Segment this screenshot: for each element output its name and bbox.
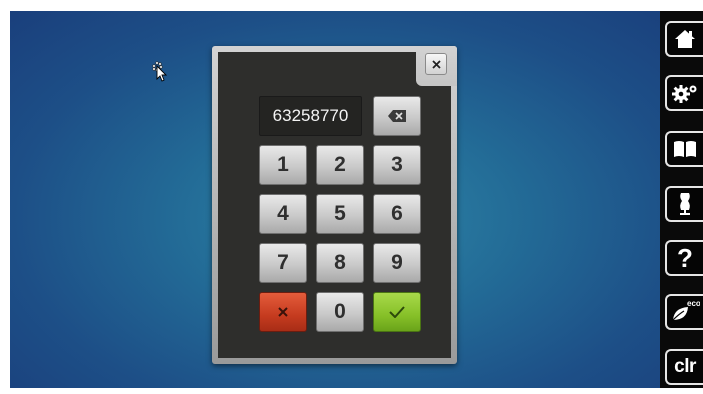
key-6[interactable]: 6	[373, 194, 421, 234]
dress-form-button[interactable]	[665, 186, 703, 222]
number-display: 63258770	[259, 96, 362, 136]
key-0[interactable]: 0	[316, 292, 364, 332]
key-3[interactable]: 3	[373, 145, 421, 185]
settings-button[interactable]	[665, 75, 703, 111]
manual-button[interactable]	[665, 131, 703, 167]
key-5[interactable]: 5	[316, 194, 364, 234]
help-button[interactable]: ?	[665, 240, 703, 276]
key-9[interactable]: 9	[373, 243, 421, 283]
eco-label: eco	[687, 299, 700, 308]
home-button[interactable]	[665, 21, 703, 57]
home-icon	[675, 30, 695, 48]
close-button[interactable]	[425, 53, 447, 75]
window-frame: ? eco clr 63258770 1 2 3 4 5 6 7 8 9 0	[0, 0, 703, 394]
busy-cursor-icon	[152, 61, 168, 82]
confirm-button[interactable]	[373, 292, 421, 332]
settings-icon	[672, 85, 697, 103]
clr-label: clr	[674, 356, 696, 377]
key-4[interactable]: 4	[259, 194, 307, 234]
eco-icon: eco	[672, 299, 700, 321]
backspace-icon	[388, 110, 406, 122]
key-8[interactable]: 8	[316, 243, 364, 283]
key-7[interactable]: 7	[259, 243, 307, 283]
backspace-button[interactable]	[373, 96, 421, 136]
checkmark-icon	[389, 306, 405, 318]
dress-form-icon	[680, 193, 690, 215]
right-sidebar: ? eco clr	[660, 11, 703, 388]
clear-button[interactable]: clr	[665, 349, 703, 385]
help-icon: ?	[677, 242, 693, 273]
close-icon	[431, 59, 441, 69]
book-icon	[674, 141, 696, 157]
cancel-icon	[278, 307, 288, 317]
key-2[interactable]: 2	[316, 145, 364, 185]
keypad-panel: 63258770 1 2 3 4 5 6 7 8 9 0	[218, 52, 451, 358]
eco-button[interactable]: eco	[665, 294, 703, 330]
key-1[interactable]: 1	[259, 145, 307, 185]
numeric-keypad-dialog: 63258770 1 2 3 4 5 6 7 8 9 0	[212, 46, 457, 364]
cancel-button[interactable]	[259, 292, 307, 332]
